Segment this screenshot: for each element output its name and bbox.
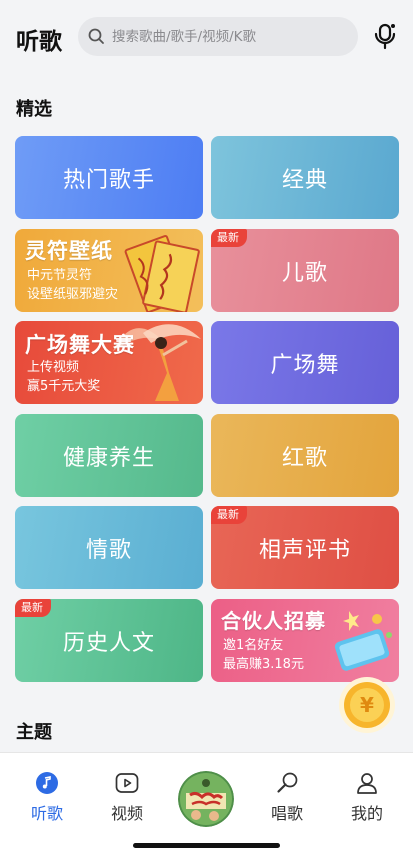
promo-title: 合伙人招募 [221, 609, 326, 633]
category-card-classic[interactable]: 经典 [211, 136, 399, 219]
promo-card-square-dance-contest[interactable]: 广场舞大赛 上传视频 赢5千元大奖 [15, 321, 203, 404]
category-card-red-songs[interactable]: 红歌 [211, 414, 399, 497]
coin-symbol: ¥ [360, 693, 374, 717]
coin-reward-icon[interactable]: ¥ [338, 676, 396, 734]
category-card-square-dance[interactable]: 广场舞 [211, 321, 399, 404]
new-badge: 最新 [15, 599, 51, 617]
promo-line: 中元节灵符 [27, 268, 93, 283]
tab-label: 视频 [110, 804, 143, 823]
promo-card-talisman-wallpaper[interactable]: 灵符壁纸 中元节灵符 设壁纸驱邪避灾 [15, 229, 203, 312]
play-icon [115, 773, 139, 793]
person-icon [357, 773, 377, 794]
tab-label: 唱歌 [270, 804, 303, 823]
tab-sing[interactable]: 唱歌 [247, 753, 327, 833]
search-icon [88, 28, 104, 44]
tab-video[interactable]: 视频 [87, 753, 167, 833]
category-card-hot-singers[interactable]: 热门歌手 [15, 136, 203, 219]
promo-title: 灵符壁纸 [25, 239, 113, 263]
phone-gift-illustration [334, 611, 392, 671]
tab-label: 听歌 [30, 804, 63, 823]
promo-line: 邀1名好友 [223, 638, 284, 653]
category-card-children-songs[interactable]: 儿歌 最新 [211, 229, 399, 312]
voice-search-icon[interactable] [372, 22, 398, 50]
search-bar[interactable] [78, 17, 358, 56]
promo-line: 上传视频 [27, 360, 80, 375]
promo-card-partner-recruit[interactable]: 合伙人招募 邀1名好友 最高赚3.18元 [211, 599, 399, 682]
category-card-history[interactable]: 历史人文 最新 [15, 599, 203, 682]
card-label: 情歌 [85, 537, 132, 563]
header: 听歌 [0, 0, 413, 72]
page-title: 听歌 [16, 29, 62, 55]
promo-line: 最高赚3.18元 [223, 657, 304, 672]
promo-line: 赢5千元大奖 [27, 379, 101, 394]
music-note-icon [36, 772, 58, 794]
album-disc-button[interactable] [178, 771, 234, 827]
card-label: 广场舞 [270, 352, 340, 378]
search-input[interactable] [112, 17, 348, 56]
new-badge: 最新 [211, 229, 247, 247]
talisman-illustration [124, 235, 200, 312]
card-label: 经典 [281, 167, 328, 193]
promo-line: 设壁纸驱邪避灾 [27, 287, 119, 302]
card-label: 热门歌手 [62, 167, 155, 193]
tab-mine[interactable]: 我的 [327, 753, 407, 833]
category-card-love-songs[interactable]: 情歌 [15, 506, 203, 589]
tab-listen[interactable]: 听歌 [7, 753, 87, 833]
tab-label: 我的 [350, 804, 383, 823]
album-cover-image [178, 771, 234, 827]
promo-title: 广场舞大赛 [25, 333, 135, 357]
card-label: 健康养生 [62, 445, 155, 471]
home-indicator [133, 843, 280, 848]
section-title-themes: 主题 [16, 722, 52, 743]
microphone-icon [277, 772, 298, 793]
card-label: 红歌 [281, 445, 328, 471]
section-title-featured: 精选 [16, 99, 52, 120]
new-badge: 最新 [211, 506, 247, 524]
category-card-crosstalk[interactable]: 相声评书 最新 [211, 506, 399, 589]
category-card-health[interactable]: 健康养生 [15, 414, 203, 497]
